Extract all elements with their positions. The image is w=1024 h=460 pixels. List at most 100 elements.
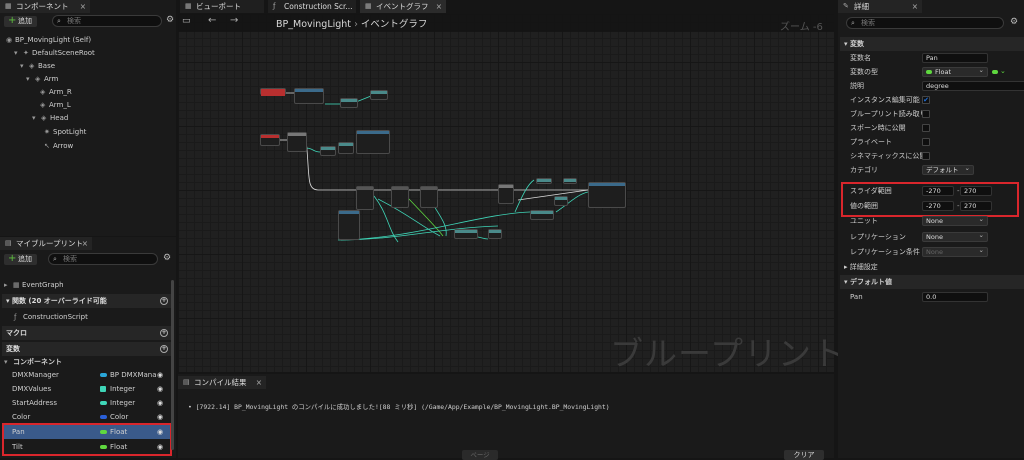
- variable-section-header[interactable]: ▾ 変数: [840, 37, 1024, 51]
- advanced-section-header[interactable]: ▸ 詳細設定: [840, 260, 1024, 274]
- gear-icon[interactable]: ⚙: [166, 15, 174, 25]
- page-button[interactable]: ページ: [462, 450, 498, 460]
- graph-node[interactable]: [536, 178, 552, 184]
- eye-icon[interactable]: ◉: [157, 382, 163, 396]
- default-value-section-header[interactable]: ▾ デフォルト値: [840, 275, 1024, 289]
- close-icon[interactable]: ×: [82, 237, 88, 250]
- chevron-down-icon[interactable]: ▾: [20, 60, 29, 73]
- variable-row-dmxvalues[interactable]: DMXValues Integer ◉: [2, 382, 172, 396]
- graph-node[interactable]: [340, 98, 358, 108]
- graph-node[interactable]: [530, 210, 554, 220]
- graph-node[interactable]: [338, 142, 354, 154]
- close-icon[interactable]: ×: [80, 0, 86, 13]
- blueprint-self-icon: ◉: [6, 36, 13, 44]
- blueprint-readonly-checkbox[interactable]: [922, 110, 930, 118]
- default-pan-field[interactable]: 0.0: [922, 292, 988, 302]
- graph-node[interactable]: [391, 186, 409, 208]
- graph-node[interactable]: [294, 88, 324, 104]
- graph-node[interactable]: [356, 186, 374, 210]
- chevron-down-icon[interactable]: ▾: [14, 47, 23, 60]
- variable-type-row: 変数の型 Float ⌄: [840, 65, 1024, 79]
- scrollbar[interactable]: [171, 280, 174, 450]
- expose-cinematics-checkbox[interactable]: [922, 152, 930, 160]
- variable-row-color[interactable]: Color Color ◉: [2, 410, 172, 424]
- add-function-icon[interactable]: +: [160, 297, 168, 305]
- tree-item-defaultsceneroot[interactable]: ▾ ✦ DefaultSceneRoot: [0, 47, 176, 60]
- close-icon[interactable]: ×: [912, 0, 918, 13]
- eye-icon[interactable]: ◉: [157, 410, 163, 424]
- eye-icon[interactable]: ◉: [157, 396, 163, 410]
- chevron-right-icon[interactable]: ▸: [4, 279, 13, 292]
- expose-spawn-checkbox[interactable]: [922, 124, 930, 132]
- container-type-dropdown[interactable]: ⌄: [992, 67, 1010, 76]
- tab-event-graph[interactable]: ▦ イベントグラフ ×: [360, 0, 446, 13]
- graph-node[interactable]: [260, 88, 286, 96]
- variable-name-field[interactable]: Pan: [922, 53, 988, 63]
- graph-node[interactable]: [287, 132, 307, 152]
- tree-item-arrow[interactable]: ↖ Arrow: [0, 140, 176, 153]
- tree-item-arm[interactable]: ▾ ◈ Arm: [0, 73, 176, 86]
- category-dropdown[interactable]: デフォルト: [922, 164, 974, 175]
- component-search-input[interactable]: ⌕ 検索: [52, 15, 162, 27]
- variable-name-row: 変数名 Pan: [840, 51, 1024, 65]
- tree-item-head[interactable]: ▾ ◈ Head: [0, 112, 176, 125]
- graph-node[interactable]: [454, 229, 478, 239]
- tab-details[interactable]: ✎ 詳細 ×: [838, 0, 922, 13]
- add-variable-icon[interactable]: +: [160, 345, 168, 353]
- description-field[interactable]: degree: [922, 81, 1024, 91]
- construction-script-item[interactable]: ƒ ConstructionScript: [0, 311, 176, 324]
- details-search-input[interactable]: ⌕ 検索: [846, 17, 1004, 29]
- close-icon[interactable]: ×: [256, 376, 262, 389]
- graph-node[interactable]: [498, 184, 514, 204]
- add-component-button[interactable]: + 追加: [4, 15, 37, 27]
- graph-node[interactable]: [338, 210, 360, 240]
- tab-my-blueprint[interactable]: ▤ マイブループリント ×: [0, 237, 92, 250]
- gear-icon[interactable]: ⚙: [163, 253, 171, 263]
- variable-type-dropdown[interactable]: Float: [922, 66, 988, 77]
- tree-item-self[interactable]: ◉ BP_MovingLight (Self): [0, 34, 176, 47]
- tree-item-arm-r[interactable]: ◈ Arm_R: [0, 86, 176, 99]
- tab-compiler-results[interactable]: ▤ コンパイル結果 ×: [178, 376, 266, 389]
- macros-section[interactable]: マクロ +: [2, 326, 174, 340]
- tree-item-base[interactable]: ▾ ◈ Base: [0, 60, 176, 73]
- tab-viewport[interactable]: ▦ ビューポート: [180, 0, 264, 13]
- expose-spawn-row: スポーン時に公開: [840, 121, 1024, 135]
- graph-node[interactable]: [320, 146, 336, 156]
- units-dropdown[interactable]: None: [922, 215, 988, 226]
- variable-row-startaddress[interactable]: StartAddress Integer ◉: [2, 396, 172, 410]
- blueprint-search-input[interactable]: ⌕ 検索: [48, 253, 158, 265]
- add-macro-icon[interactable]: +: [160, 329, 168, 337]
- event-graph-item[interactable]: ▸ ▦ EventGraph: [0, 279, 176, 292]
- variables-section[interactable]: 変数 +: [2, 342, 174, 356]
- graph-node[interactable]: [554, 196, 568, 206]
- object-type-pill: [100, 373, 107, 377]
- add-member-button[interactable]: + 追加: [4, 253, 37, 265]
- gear-icon[interactable]: ⚙: [1010, 17, 1018, 27]
- tab-construction-script[interactable]: ƒ Construction Scr...: [268, 0, 356, 13]
- tree-item-arm-l[interactable]: ◈ Arm_L: [0, 99, 176, 112]
- variable-row-dmxmanager[interactable]: DMXManagerBP DMXManager◉: [2, 368, 172, 382]
- graph-node[interactable]: [260, 134, 280, 146]
- clear-button[interactable]: クリア: [784, 450, 824, 460]
- function-icon: ƒ: [273, 2, 276, 10]
- replication-condition-dropdown[interactable]: None: [922, 246, 988, 257]
- graph-node[interactable]: [563, 178, 577, 184]
- replication-dropdown[interactable]: None: [922, 231, 988, 242]
- float-type-pill: [926, 70, 932, 74]
- tab-components[interactable]: ▦ コンポーネント ×: [0, 0, 90, 13]
- private-checkbox[interactable]: [922, 138, 930, 146]
- instance-editable-checkbox[interactable]: ✔: [922, 96, 930, 104]
- eye-icon[interactable]: ◉: [157, 368, 163, 382]
- graph-node[interactable]: [588, 182, 626, 208]
- private-row: プライベート: [840, 135, 1024, 149]
- chevron-down-icon[interactable]: ▾: [32, 112, 41, 125]
- exec-wire: [517, 189, 589, 201]
- close-icon[interactable]: ×: [436, 0, 442, 13]
- graph-node[interactable]: [420, 186, 438, 208]
- graph-node[interactable]: [488, 229, 502, 239]
- graph-node[interactable]: [356, 130, 390, 154]
- functions-section[interactable]: ▾ 関数 (20 オーバーライド可能 +: [2, 294, 174, 308]
- tree-item-spotlight[interactable]: ✷ SpotLight: [0, 126, 176, 139]
- graph-node[interactable]: [370, 90, 388, 100]
- chevron-down-icon[interactable]: ▾: [26, 73, 35, 86]
